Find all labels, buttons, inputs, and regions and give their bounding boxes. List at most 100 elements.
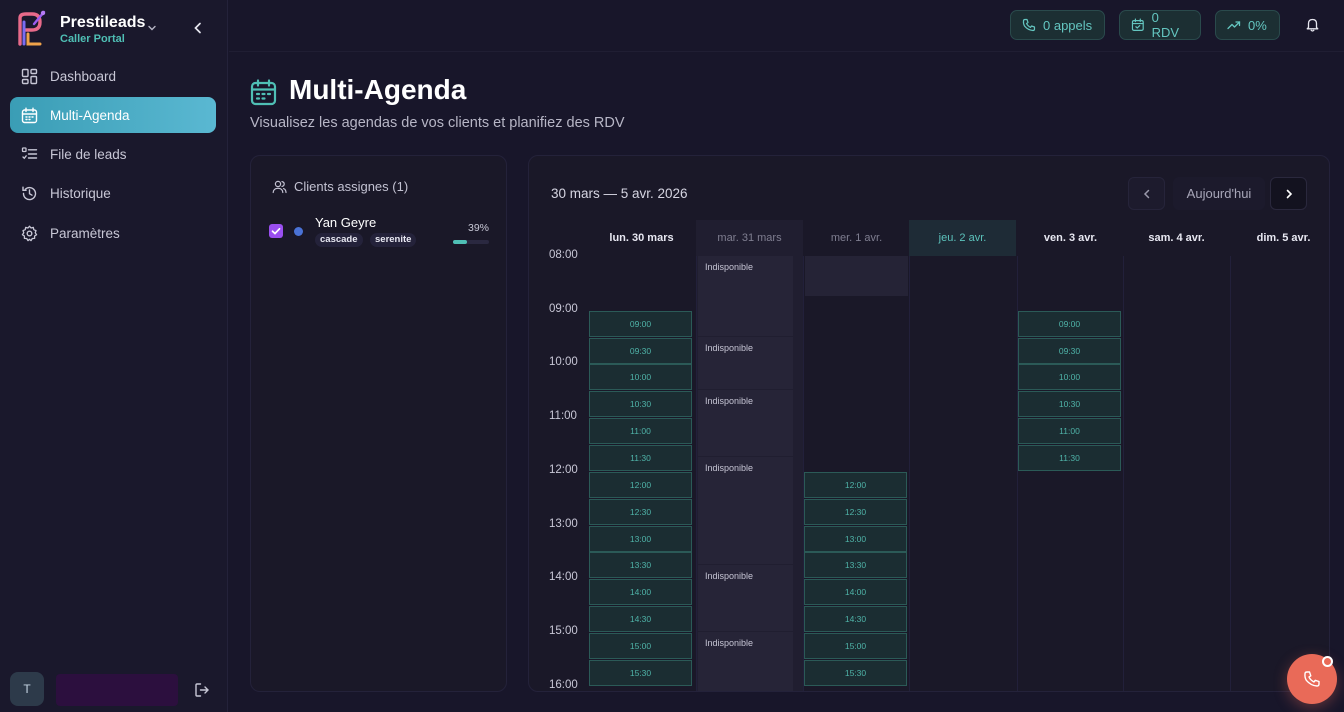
bell-icon[interactable] (1305, 17, 1320, 32)
unavailable-block: Indisponible (698, 390, 793, 457)
calendar-panel: 30 mars — 5 avr. 2026 Aujourd'hui lun. 3… (528, 155, 1330, 692)
day-header[interactable]: mer. 1 avr. (803, 220, 910, 256)
day-header[interactable]: sam. 4 avr. (1123, 220, 1230, 256)
time-slot[interactable]: 10:30 (589, 391, 692, 418)
next-week-button[interactable] (1270, 177, 1307, 210)
calendar-icon (21, 107, 38, 123)
sidebar-item-label: Historique (50, 186, 111, 202)
client-progress-fill (453, 240, 468, 244)
hour-label: 11:00 (549, 410, 577, 423)
sidebar-item-label: File de leads (50, 147, 127, 163)
time-slot[interactable]: 12:30 (804, 498, 907, 525)
unavailable-block (805, 256, 908, 297)
clients-panel: Clients assignes (1) Yan Geyre cascade s… (250, 155, 507, 692)
hour-label: 13:00 (549, 517, 578, 530)
list-icon (21, 147, 38, 160)
time-slot[interactable]: 11:30 (1018, 444, 1121, 471)
collapse-sidebar-icon[interactable] (190, 20, 206, 36)
trending-up-icon (1227, 21, 1241, 30)
rdv-counter[interactable]: 0 RDV (1119, 10, 1201, 40)
day-header[interactable]: jeu. 2 avr. (909, 220, 1016, 256)
day-header[interactable]: mar. 31 mars (696, 220, 803, 256)
client-checkbox[interactable] (269, 224, 283, 238)
users-icon (272, 180, 287, 194)
phone-icon (1022, 18, 1036, 32)
time-slot[interactable]: 11:00 (589, 418, 692, 445)
time-slot[interactable]: 11:30 (589, 444, 692, 471)
time-slot[interactable]: 15:00 (804, 632, 907, 659)
time-slot[interactable]: 15:30 (589, 659, 692, 686)
brand-name: Prestileads (60, 14, 146, 31)
today-button[interactable]: Aujourd'hui (1173, 177, 1265, 210)
time-slot[interactable]: 13:00 (804, 525, 907, 552)
time-slot[interactable]: 10:30 (1018, 391, 1121, 418)
day-header[interactable]: dim. 5 avr. (1230, 220, 1329, 256)
user-box: T (10, 672, 216, 708)
day-header[interactable]: lun. 30 mars (588, 220, 695, 256)
sidebar-item-label: Dashboard (50, 68, 117, 84)
brand-switcher[interactable]: Prestileads Caller Portal (14, 10, 214, 48)
day-column: sam. 4 avr. (1123, 220, 1230, 691)
page-title: Multi-Agenda (289, 74, 467, 105)
avatar[interactable]: T (10, 672, 44, 706)
sidebar-item-parametres[interactable]: Paramètres (10, 215, 216, 251)
client-percent: 39% (467, 222, 489, 234)
unavailable-block: Indisponible (698, 457, 793, 564)
sidebar-item-multi-agenda[interactable]: Multi-Agenda (10, 97, 216, 134)
column-divider (1123, 256, 1124, 691)
client-tag: cascade (315, 233, 363, 247)
topbar: 0 appels 0 RDV 0% (229, 0, 1344, 52)
time-slot[interactable]: 14:30 (804, 606, 907, 633)
sidebar: Prestileads Caller Portal Dashboard Mult… (0, 0, 228, 712)
hour-label: 08:00 (549, 249, 578, 261)
client-color-dot (294, 227, 303, 236)
time-slot[interactable]: 15:00 (589, 632, 692, 659)
calls-label: 0 appels (1043, 17, 1093, 33)
time-slot[interactable]: 13:00 (589, 525, 692, 552)
logout-icon[interactable] (194, 682, 210, 698)
client-row[interactable]: Yan Geyre cascade serenite 39% (269, 212, 491, 252)
time-slot[interactable]: 09:30 (589, 337, 692, 364)
time-slot[interactable]: 15:30 (804, 659, 907, 686)
unavailable-block: Indisponible (698, 564, 793, 631)
history-icon (22, 186, 37, 201)
calls-counter[interactable]: 0 appels (1010, 10, 1105, 40)
clients-header: Clients assignes (1) (272, 179, 408, 194)
chevron-left-icon (1143, 189, 1149, 198)
hour-label: 09:00 (549, 302, 578, 315)
conversion-rate[interactable]: 0% (1215, 10, 1280, 40)
time-slot[interactable]: 09:00 (589, 310, 692, 337)
previous-week-button[interactable] (1128, 177, 1165, 210)
hour-label: 15:00 (549, 624, 578, 637)
sidebar-nav: Dashboard Multi-Agenda File de leads His… (10, 58, 216, 254)
time-slot[interactable]: 13:30 (804, 552, 907, 579)
time-slot[interactable]: 12:00 (589, 471, 692, 498)
time-slot[interactable]: 10:00 (589, 364, 692, 391)
sidebar-item-dashboard[interactable]: Dashboard (10, 58, 216, 94)
day-header[interactable]: ven. 3 avr. (1017, 220, 1124, 256)
time-slot[interactable]: 11:00 (1018, 418, 1121, 445)
time-slot[interactable]: 10:00 (1018, 364, 1121, 391)
time-slot[interactable]: 12:30 (589, 498, 692, 525)
time-slot[interactable]: 13:30 (589, 552, 692, 579)
time-slot[interactable]: 14:30 (589, 606, 692, 633)
sidebar-item-file-de-leads[interactable]: File de leads (10, 137, 216, 173)
check-icon (271, 227, 281, 235)
rate-label: 0% (1248, 17, 1267, 33)
unavailable-block: Indisponible (698, 336, 793, 390)
sidebar-item-label: Multi-Agenda (50, 107, 130, 123)
column-divider (1230, 256, 1231, 691)
unavailable-block: Indisponible (698, 631, 793, 691)
time-slot[interactable]: 14:00 (589, 579, 692, 606)
chevron-right-icon (1286, 189, 1292, 198)
day-column: dim. 5 avr. (1230, 220, 1329, 691)
unavailable-block: Indisponible (698, 256, 793, 336)
sidebar-item-historique[interactable]: Historique (10, 176, 216, 212)
clients-header-label: Clients assignes (1) (294, 179, 409, 194)
time-slot[interactable]: 09:30 (1018, 337, 1121, 364)
time-slot[interactable]: 09:00 (1018, 310, 1121, 337)
gear-icon (21, 225, 38, 241)
time-slot[interactable]: 12:00 (804, 471, 907, 498)
chevron-down-icon (148, 25, 156, 31)
time-slot[interactable]: 14:00 (804, 579, 907, 606)
